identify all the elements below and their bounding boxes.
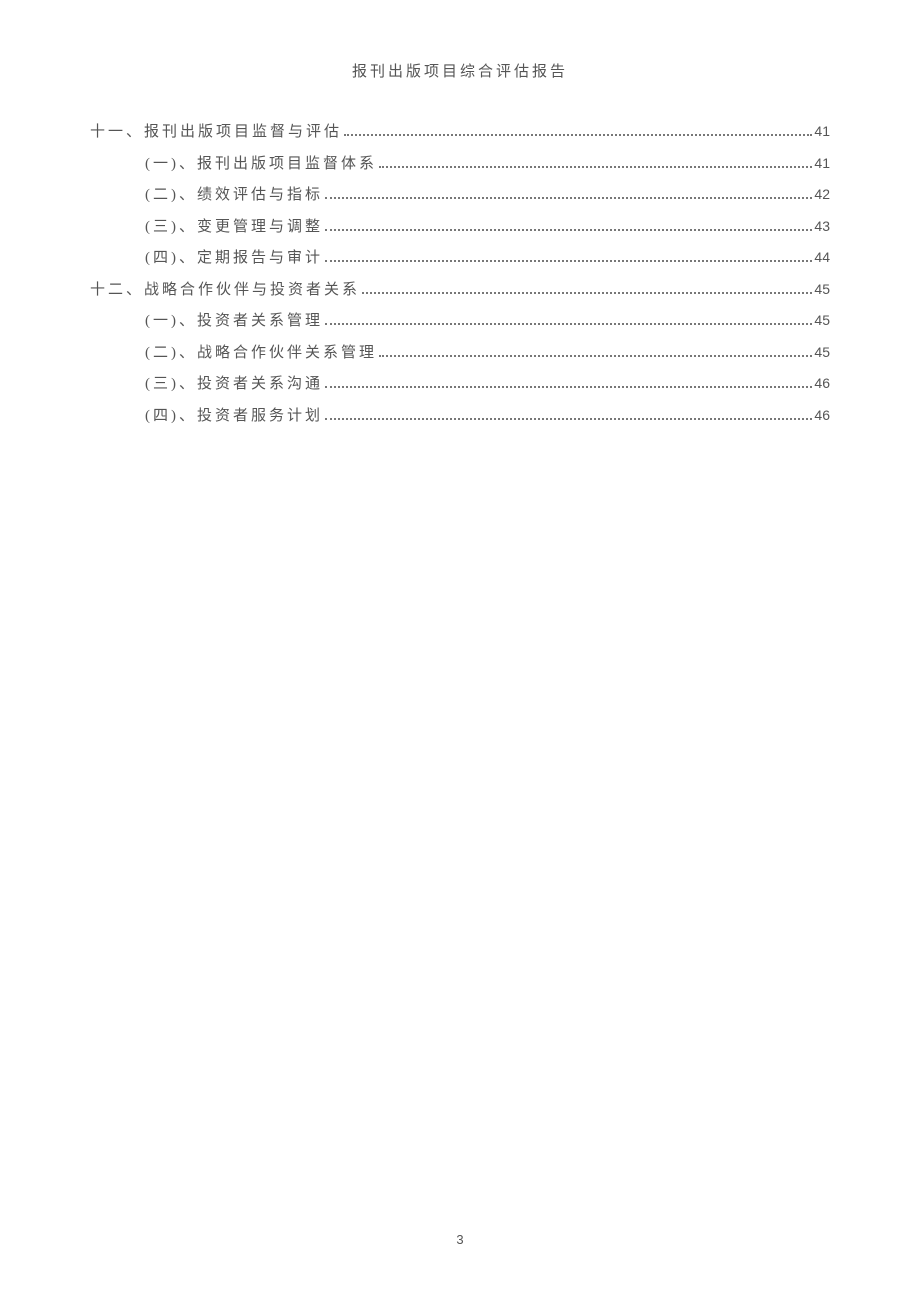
toc-dots — [325, 418, 812, 420]
toc-label: (一)、报刊出版项目监督体系 — [145, 153, 377, 176]
toc-label: (二)、战略合作伙伴关系管理 — [145, 342, 377, 365]
toc-page-number: 41 — [814, 121, 830, 142]
toc-dots — [325, 229, 812, 231]
toc-label: (三)、投资者关系沟通 — [145, 373, 323, 396]
toc-dots — [379, 355, 812, 357]
toc-row: (一)、报刊出版项目监督体系 41 — [90, 153, 830, 176]
toc-dots — [379, 166, 812, 168]
toc-label: (四)、投资者服务计划 — [145, 405, 323, 428]
toc-dots — [325, 260, 812, 262]
toc-page-number: 45 — [814, 342, 830, 363]
toc-row: (三)、变更管理与调整 43 — [90, 216, 830, 239]
toc-row: (一)、投资者关系管理 45 — [90, 310, 830, 333]
toc-label: (一)、投资者关系管理 — [145, 310, 323, 333]
page-header-title: 报刊出版项目综合评估报告 — [90, 60, 830, 81]
toc-label: 十一、报刊出版项目监督与评估 — [90, 121, 342, 144]
toc-page-number: 42 — [814, 184, 830, 205]
toc-row: 十一、报刊出版项目监督与评估 41 — [90, 121, 830, 144]
toc-dots — [362, 292, 812, 294]
toc-page-number: 45 — [814, 279, 830, 300]
toc-page-number: 46 — [814, 405, 830, 426]
toc-page-number: 44 — [814, 247, 830, 268]
toc-label: (三)、变更管理与调整 — [145, 216, 323, 239]
document-page: 报刊出版项目综合评估报告 十一、报刊出版项目监督与评估41(一)、报刊出版项目监… — [0, 0, 920, 1302]
toc-row: 十二、战略合作伙伴与投资者关系 45 — [90, 279, 830, 302]
toc-label: (四)、定期报告与审计 — [145, 247, 323, 270]
toc-row: (二)、绩效评估与指标 42 — [90, 184, 830, 207]
toc-row: (四)、投资者服务计划 46 — [90, 405, 830, 428]
toc-page-number: 46 — [814, 373, 830, 394]
table-of-contents: 十一、报刊出版项目监督与评估 41 (一)、报刊出版项目监督体系 41 (二)、绩效评估… — [90, 121, 830, 427]
toc-page-number: 41 — [814, 153, 830, 174]
toc-label: 十二、战略合作伙伴与投资者关系 — [90, 279, 360, 302]
page-number: 3 — [0, 1232, 920, 1247]
toc-label: (二)、绩效评估与指标 — [145, 184, 323, 207]
toc-dots — [325, 323, 812, 325]
toc-row: (三)、投资者关系沟通 46 — [90, 373, 830, 396]
toc-page-number: 45 — [814, 310, 830, 331]
toc-dots — [325, 197, 812, 199]
toc-dots — [325, 386, 812, 388]
toc-page-number: 43 — [814, 216, 830, 237]
toc-dots — [344, 134, 812, 136]
toc-row: (四)、定期报告与审计 44 — [90, 247, 830, 270]
toc-row: (二)、战略合作伙伴关系管理 45 — [90, 342, 830, 365]
